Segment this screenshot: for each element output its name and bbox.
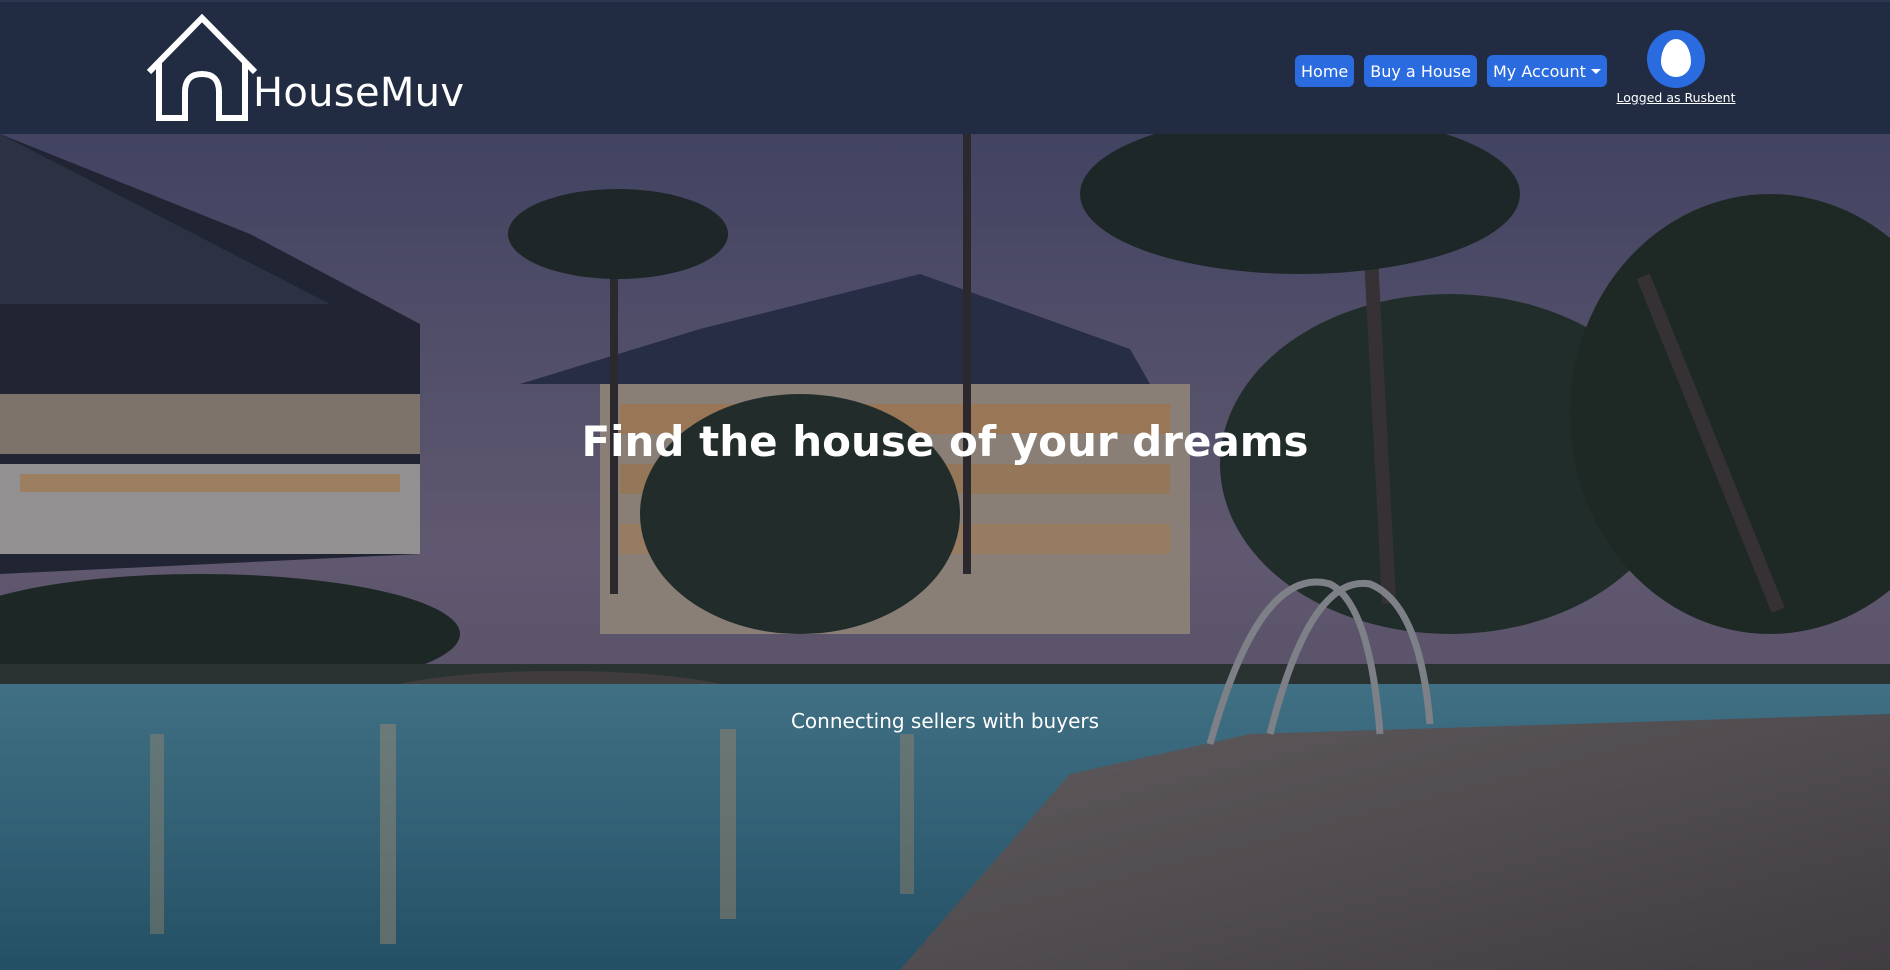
logged-as-link[interactable]: Logged as Rusbent — [1616, 90, 1736, 105]
my-account-label: My Account — [1492, 61, 1586, 81]
nav-links: Home Buy a House My Account — [1295, 55, 1607, 87]
caret-down-icon — [1590, 68, 1601, 74]
brand-logo-link[interactable]: HouseMuv — [143, 14, 464, 124]
hero-overlay — [0, 134, 1890, 970]
hero-subtitle: Connecting sellers with buyers — [790, 709, 1100, 733]
home-nav-button[interactable]: Home — [1295, 55, 1355, 87]
hero-section: Find the house of your dreams Connecting… — [0, 134, 1890, 970]
buy-house-nav-button[interactable]: Buy a House — [1364, 55, 1477, 87]
my-account-dropdown[interactable]: My Account — [1486, 55, 1607, 87]
egg-avatar-icon — [1661, 39, 1691, 77]
user-avatar[interactable] — [1647, 30, 1705, 88]
hero-title: Find the house of your dreams — [581, 417, 1309, 467]
house-outline-icon — [146, 14, 258, 121]
brand-name: HouseMuv — [253, 70, 465, 116]
navbar: HouseMuv Home Buy a House My Account Log… — [0, 0, 1890, 134]
account-area: Logged as Rusbent — [1616, 30, 1736, 105]
